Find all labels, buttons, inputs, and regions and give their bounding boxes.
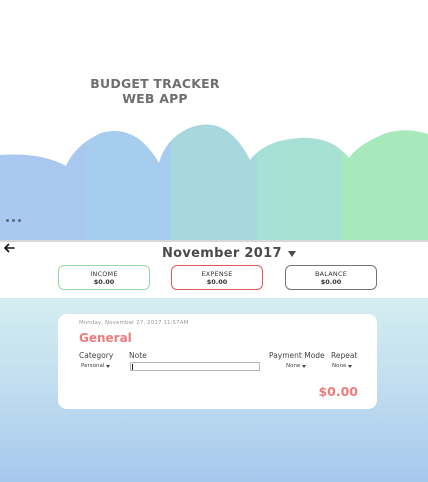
caret-down-icon	[287, 250, 296, 257]
caret-down-icon	[348, 364, 353, 368]
app-title-line-2: WEB APP	[122, 91, 188, 106]
payment-mode-label: Payment Mode	[269, 351, 325, 360]
note-label: Note	[129, 351, 147, 360]
balance-label: BALANCE	[314, 269, 348, 278]
expense-value: $0.00	[206, 277, 228, 286]
expense-label: EXPENSE	[201, 269, 233, 278]
entry-category-title: General	[79, 331, 132, 345]
income-value: $0.00	[93, 277, 115, 286]
payment-mode-select-value: None	[286, 363, 301, 369]
expense-summary-button[interactable]: EXPENSE $0.00	[171, 265, 263, 290]
back-button[interactable]	[2, 240, 18, 256]
balance-summary-button[interactable]: BALANCE $0.00	[285, 265, 377, 290]
repeat-label: Repeat	[331, 351, 358, 360]
more-dot	[18, 218, 21, 222]
more-menu-button[interactable]	[6, 213, 30, 227]
note-input[interactable]	[130, 362, 260, 371]
arrow-left-icon	[4, 243, 15, 253]
entry-amount[interactable]: $0.00	[318, 384, 358, 399]
entry-date: Monday, November 27, 2017 11:57AM	[79, 320, 189, 326]
category-label: Category	[79, 351, 114, 360]
more-horizontal-icon	[6, 218, 9, 222]
payment-mode-select[interactable]: None	[286, 363, 307, 369]
month-selector[interactable]: November 2017	[162, 244, 296, 262]
repeat-select-value: None	[332, 363, 347, 369]
category-select[interactable]: Personal	[81, 363, 111, 369]
expense-entry-card: Monday, November 27, 2017 11:57AM Genera…	[58, 314, 377, 409]
caret-down-icon	[106, 364, 111, 368]
income-label: INCOME	[90, 269, 118, 278]
section-divider	[0, 240, 428, 242]
cloud-shape	[0, 0, 428, 166]
more-dot	[12, 218, 15, 222]
balance-value: $0.00	[320, 277, 342, 286]
hero-banner: BUDGET TRACKER WEB APP	[0, 0, 428, 240]
app-title-line-1: BUDGET TRACKER	[90, 76, 220, 91]
income-summary-button[interactable]: INCOME $0.00	[58, 265, 150, 290]
text-cursor	[132, 364, 133, 370]
caret-down-icon	[302, 364, 307, 368]
repeat-select[interactable]: None	[332, 363, 353, 369]
category-select-value: Personal	[81, 363, 105, 369]
current-month: November 2017	[162, 245, 282, 261]
